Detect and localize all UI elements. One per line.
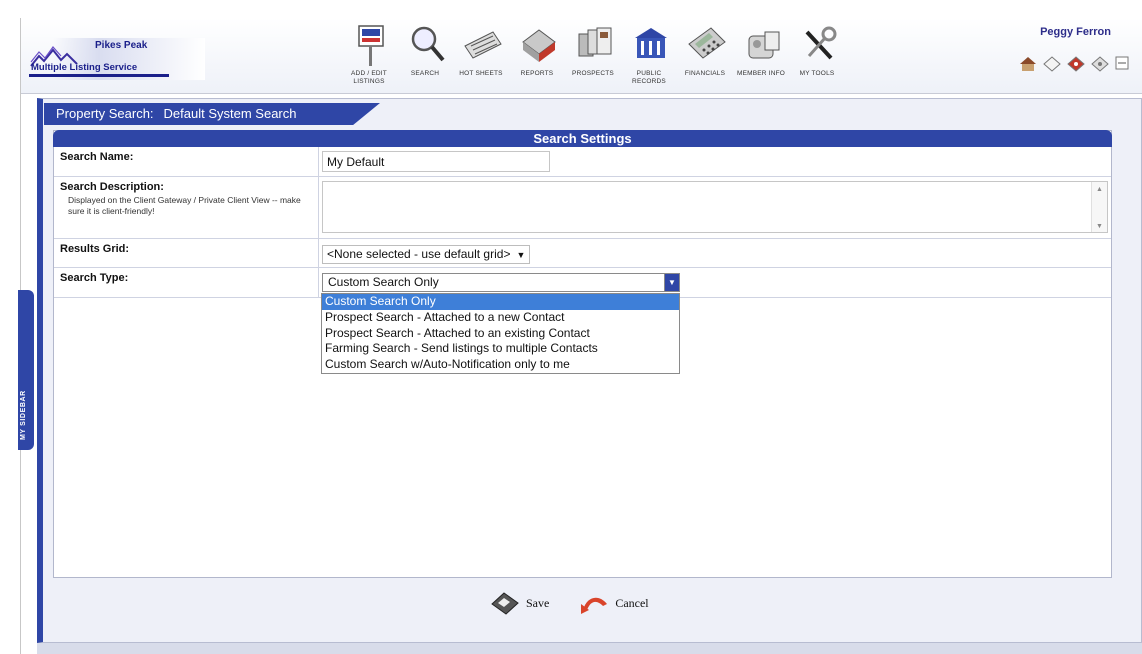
nav-search-label: SEARCH [410, 70, 440, 77]
search-type-option[interactable]: Prospect Search - Attached to a new Cont… [322, 310, 679, 326]
nav-hot-sheets-label: HOT SHEETS [459, 70, 503, 77]
nav-reports[interactable]: REPORTS [509, 24, 565, 92]
chevron-down-icon[interactable]: ▼ [664, 274, 679, 291]
public-records-icon [635, 28, 667, 58]
search-type-select[interactable]: Custom Search Only ▼ [322, 273, 680, 292]
nav-search[interactable]: SEARCH [397, 24, 453, 92]
search-description-label: Search Description: [60, 181, 164, 193]
floppy-disk-icon [491, 592, 519, 615]
results-grid-row: Results Grid: <None selected - use defau… [54, 239, 1111, 268]
logo-subtitle: Multiple Listing Service [31, 62, 138, 73]
tag-icon[interactable] [1067, 56, 1085, 72]
search-type-value: Custom Search Only [328, 275, 439, 289]
results-grid-value: <None selected - use default grid> [327, 247, 511, 261]
search-name-label: Search Name: [60, 151, 134, 163]
header: Pikes Peak Multiple Listing Service ADD … [21, 18, 1142, 94]
search-name-input[interactable] [322, 151, 550, 172]
textarea-scrollbar[interactable]: ▲ ▼ [1091, 182, 1107, 232]
member-info-icon [748, 31, 780, 59]
nav-financials-label: FINANCIALS [684, 70, 726, 77]
minimize-icon[interactable] [1115, 56, 1133, 72]
nav-member-info-label: MEMBER INFO [736, 70, 786, 77]
bottom-band [37, 643, 1142, 654]
page-tab-text: Property Search: Default System Search [56, 106, 307, 121]
chevron-down-icon: ▼ [516, 250, 526, 260]
save-label: Save [526, 595, 550, 610]
search-description-textarea[interactable]: ▲ ▼ [322, 181, 1108, 233]
add-edit-listings-icon [358, 25, 384, 66]
undo-arrow-icon [581, 597, 608, 614]
mail-icon[interactable] [1043, 56, 1061, 72]
search-description-row: Search Description: Displayed on the Cli… [54, 177, 1111, 239]
main-nav: ADD / EDIT LISTINGS SEARCH HOT SHEETS RE… [341, 24, 845, 92]
scroll-up-icon[interactable]: ▲ [1096, 186, 1103, 193]
nav-my-tools-label: MY TOOLS [799, 70, 835, 77]
row-divider [318, 239, 319, 267]
search-type-option[interactable]: Farming Search - Send listings to multip… [322, 341, 679, 357]
tag-alt-icon[interactable] [1091, 56, 1109, 72]
nav-financials[interactable]: FINANCIALS [677, 24, 733, 92]
nav-member-info[interactable]: MEMBER INFO [733, 24, 789, 92]
search-type-option[interactable]: Prospect Search - Attached to an existin… [322, 326, 679, 342]
nav-add-edit-listings[interactable]: ADD / EDIT LISTINGS [341, 24, 397, 92]
quick-icons [1019, 56, 1133, 72]
save-button[interactable]: Save [490, 590, 549, 616]
nav-public-records-label: PUBLIC RECORDS [632, 70, 666, 85]
nav-hot-sheets[interactable]: HOT SHEETS [453, 24, 509, 92]
search-settings-title: Search Settings [53, 130, 1112, 147]
nav-prospects[interactable]: PROSPECTS [565, 24, 621, 92]
calculator-icon [688, 27, 726, 59]
nav-public-records[interactable]: PUBLIC RECORDS [621, 24, 677, 92]
nav-prospects-label: PROSPECTS [572, 70, 614, 77]
search-type-option[interactable]: Custom Search Only [322, 294, 679, 310]
row-divider [318, 177, 319, 238]
tools-icon [805, 26, 837, 60]
user-name[interactable]: Peggy Ferron [1040, 26, 1111, 38]
search-name-row: Search Name: [54, 147, 1111, 177]
mls-logo[interactable]: Pikes Peak Multiple Listing Service [25, 32, 205, 80]
cancel-label: Cancel [615, 595, 649, 610]
nav-add-edit-listings-label: ADD / EDIT LISTINGS [351, 70, 387, 85]
search-type-dropdown: Custom Search Only Prospect Search - Att… [321, 293, 680, 374]
form-actions: Save Cancel [490, 590, 649, 616]
nav-reports-label: REPORTS [520, 70, 554, 77]
hot-sheets-icon [464, 31, 502, 59]
results-grid-select[interactable]: <None selected - use default grid> ▼ [322, 245, 531, 264]
search-type-label: Search Type: [60, 272, 129, 284]
logo-title: Pikes Peak [95, 40, 148, 51]
search-type-option[interactable]: Custom Search w/Auto-Notification only t… [322, 357, 679, 373]
logo-rule [29, 74, 169, 77]
cancel-button[interactable]: Cancel [579, 590, 649, 616]
house-icon[interactable] [1019, 56, 1037, 72]
page-tab-value: Default System Search [163, 106, 297, 121]
reports-icon [522, 29, 556, 62]
row-divider [318, 268, 319, 297]
row-divider [318, 147, 319, 176]
scroll-down-icon[interactable]: ▼ [1096, 223, 1103, 230]
page-tab-label: Property Search: [56, 106, 154, 121]
page-tab: Property Search: Default System Search [44, 103, 380, 125]
magnifier-icon [411, 26, 445, 62]
my-sidebar-label: MY SIDEBAR [20, 390, 27, 440]
results-grid-label: Results Grid: [60, 243, 130, 255]
search-description-help: Displayed on the Client Gateway / Privat… [68, 195, 301, 216]
prospects-icon [578, 27, 612, 57]
my-sidebar-tab[interactable]: MY SIDEBAR [18, 290, 34, 450]
nav-my-tools[interactable]: MY TOOLS [789, 24, 845, 92]
